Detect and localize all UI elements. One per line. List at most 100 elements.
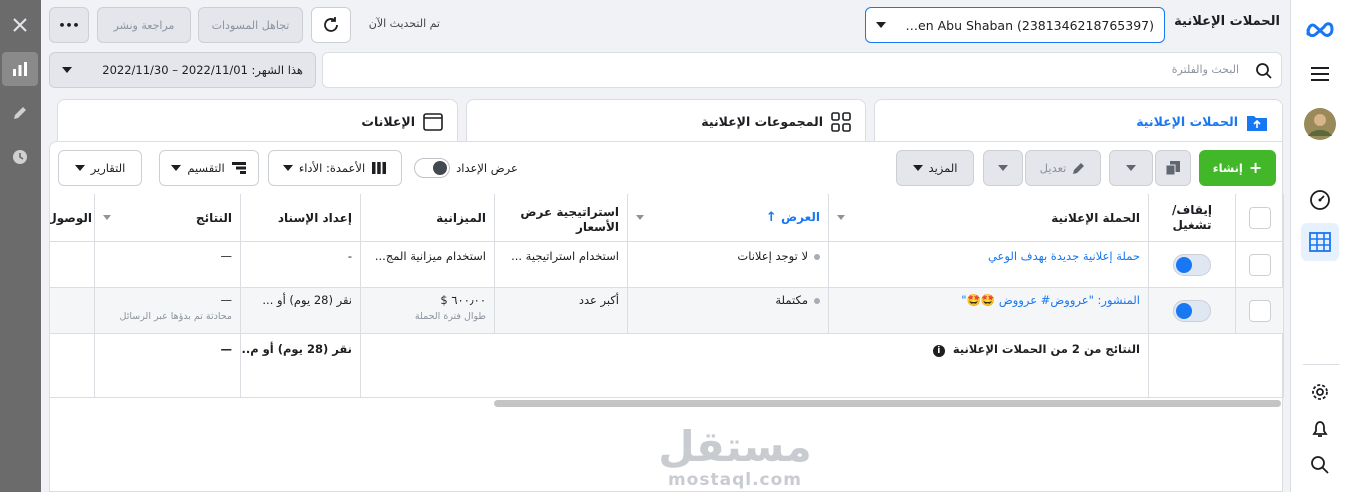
refresh-icon xyxy=(324,17,338,32)
breakdown-button[interactable]: التقسيم xyxy=(159,150,259,186)
view-setup-switch[interactable] xyxy=(414,158,451,178)
row-2-onoff-toggle[interactable] xyxy=(1173,299,1211,322)
row-1-bid-strategy: استخدام استراتيجية ... xyxy=(495,242,628,288)
row-2-budget: ٦٠٠٫٠٠ $ طوال فترة الحملة xyxy=(361,288,495,334)
header-results[interactable]: النتائج xyxy=(95,194,241,242)
duplicate-dropdown[interactable] xyxy=(1109,150,1153,186)
account-avatar[interactable] xyxy=(1301,105,1339,143)
gauge-icon xyxy=(1310,190,1330,210)
sort-ascending-icon: ↑ xyxy=(765,210,777,225)
more-options-button[interactable]: ••• xyxy=(49,7,89,43)
tab-campaigns-label: الحملات الإعلانية xyxy=(1136,114,1238,129)
search-filter-box[interactable]: البحث والفلترة xyxy=(322,52,1282,88)
breakdown-icon xyxy=(231,162,246,174)
header-attribution[interactable]: إعداد الإسناد xyxy=(241,194,361,242)
ad-account-value: en Abu Shaban (2381346218765397)… xyxy=(905,17,1154,33)
more-label: المزيد xyxy=(928,161,958,175)
settings-button[interactable] xyxy=(1301,373,1339,411)
page-title: الحملات الإعلانية xyxy=(1174,14,1280,29)
dashboard-button[interactable] xyxy=(1301,181,1339,219)
horizontal-scrollbar[interactable] xyxy=(494,400,1281,407)
date-range-label: هذا الشهر: 2022/11/01 – 2022/11/30 xyxy=(102,63,303,77)
breakdown-label: التقسيم xyxy=(187,161,225,175)
watermark-arabic: مستقل xyxy=(658,422,812,471)
header-campaign-label: الحملة الإعلانية xyxy=(1051,210,1140,225)
tab-ads-label: الإعلانات xyxy=(361,114,415,129)
sidebar-divider xyxy=(1303,364,1339,365)
view-setup-toggle[interactable]: عرض الإعداد xyxy=(410,150,522,186)
performance-view-button[interactable] xyxy=(2,52,38,86)
date-range-picker[interactable]: هذا الشهر: 2022/11/01 – 2022/11/30 xyxy=(49,52,316,88)
edit-view-button[interactable] xyxy=(2,96,38,130)
reports-button[interactable]: التقارير xyxy=(58,150,142,186)
close-icon xyxy=(13,18,27,32)
chevron-down-icon xyxy=(876,22,886,28)
review-publish-button[interactable]: مراجعة ونشر xyxy=(97,7,191,43)
header-delivery-label: العرض ↑ xyxy=(765,210,820,225)
tab-ads[interactable]: الإعلانات xyxy=(57,99,458,143)
refresh-button[interactable] xyxy=(311,7,351,43)
duplicate-button[interactable] xyxy=(1155,150,1191,186)
header-reach[interactable]: الوصول xyxy=(50,194,95,242)
row-1-reach xyxy=(50,242,95,288)
campaigns-table: إيقاف/ تشغيل الحملة الإعلانية العرض ↑ اس… xyxy=(50,194,1284,398)
row-2-results: — محادثة تم بدؤها عبر الرسائل xyxy=(95,288,241,334)
chevron-down-icon xyxy=(282,165,293,171)
row-1-checkbox[interactable] xyxy=(1248,253,1271,276)
row-1-campaign-name[interactable]: حملة إعلانية جديدة بهدف الوعي xyxy=(829,242,1149,288)
columns-button[interactable]: الأعمدة: الأداء xyxy=(268,150,402,186)
table-grid-icon xyxy=(1309,232,1331,252)
summary-results: — xyxy=(95,334,241,398)
info-icon[interactable]: i xyxy=(932,345,945,357)
close-button[interactable] xyxy=(2,8,38,42)
row-1-delivery: لا توجد إعلانات xyxy=(628,242,829,288)
row-2-campaign-name[interactable]: المنشور: "عرووض# عرووض 🤩🤩" xyxy=(829,288,1149,334)
bar-chart-icon xyxy=(13,62,27,76)
row-1-results: — xyxy=(95,242,241,288)
pencil-icon xyxy=(14,107,26,119)
edit-button[interactable]: تعديل xyxy=(1025,150,1101,186)
header-budget[interactable]: الميزانية xyxy=(361,194,495,242)
discard-drafts-button[interactable]: تجاهل المسودات xyxy=(198,7,303,43)
menu-button[interactable] xyxy=(1301,55,1339,93)
editor-left-strip xyxy=(0,0,41,492)
search-icon xyxy=(1311,456,1329,474)
row-2-attribution: نقر (28 يوم) أو ... xyxy=(241,288,361,334)
search-button[interactable] xyxy=(1301,446,1339,484)
ad-account-select[interactable]: en Abu Shaban (2381346218765397)… xyxy=(865,7,1165,43)
avatar-icon xyxy=(1304,108,1336,140)
header-bid-strategy[interactable]: استراتيجية عرض الأسعار xyxy=(495,194,628,242)
duplicate-icon xyxy=(1165,161,1180,176)
edit-label: تعديل xyxy=(1039,161,1067,175)
edit-dropdown[interactable] xyxy=(983,150,1023,186)
tab-campaigns[interactable]: الحملات الإعلانية xyxy=(874,99,1283,143)
chevron-down-icon xyxy=(103,215,111,220)
more-button[interactable]: المزيد xyxy=(896,150,974,186)
row-1-attribution: - xyxy=(241,242,361,288)
search-placeholder: البحث والفلترة xyxy=(1171,63,1239,76)
clock-icon xyxy=(13,150,27,164)
chevron-down-icon xyxy=(74,165,85,171)
summary-reach xyxy=(50,334,95,398)
history-button[interactable] xyxy=(2,140,38,174)
summary-attribution: نقر (28 يوم) أو م... xyxy=(241,334,361,398)
select-all-checkbox[interactable] xyxy=(1248,206,1271,229)
header-onoff[interactable]: إيقاف/ تشغيل xyxy=(1149,194,1236,242)
row-1-toggle-cell xyxy=(1149,242,1236,288)
row-2-checkbox[interactable] xyxy=(1248,299,1271,322)
notifications-button[interactable] xyxy=(1301,410,1339,448)
row-2-toggle-cell xyxy=(1149,288,1236,334)
row-1-budget: استخدام ميزانية المج... xyxy=(361,242,495,288)
tab-adsets[interactable]: المجموعات الإعلانية xyxy=(466,99,866,143)
ads-manager-button[interactable] xyxy=(1301,223,1339,261)
columns-label: الأعمدة: الأداء xyxy=(298,161,366,175)
view-setup-label: عرض الإعداد xyxy=(456,161,518,175)
header-delivery[interactable]: العرض ↑ xyxy=(628,194,829,242)
create-button[interactable]: + إنشاء xyxy=(1199,150,1276,186)
row-1-onoff-toggle[interactable] xyxy=(1173,253,1211,276)
chevron-down-icon xyxy=(998,165,1008,171)
header-campaign[interactable]: الحملة الإعلانية xyxy=(829,194,1149,242)
status-dot-icon xyxy=(814,297,820,304)
gear-icon xyxy=(1312,384,1328,400)
meta-logo[interactable] xyxy=(1301,10,1339,48)
